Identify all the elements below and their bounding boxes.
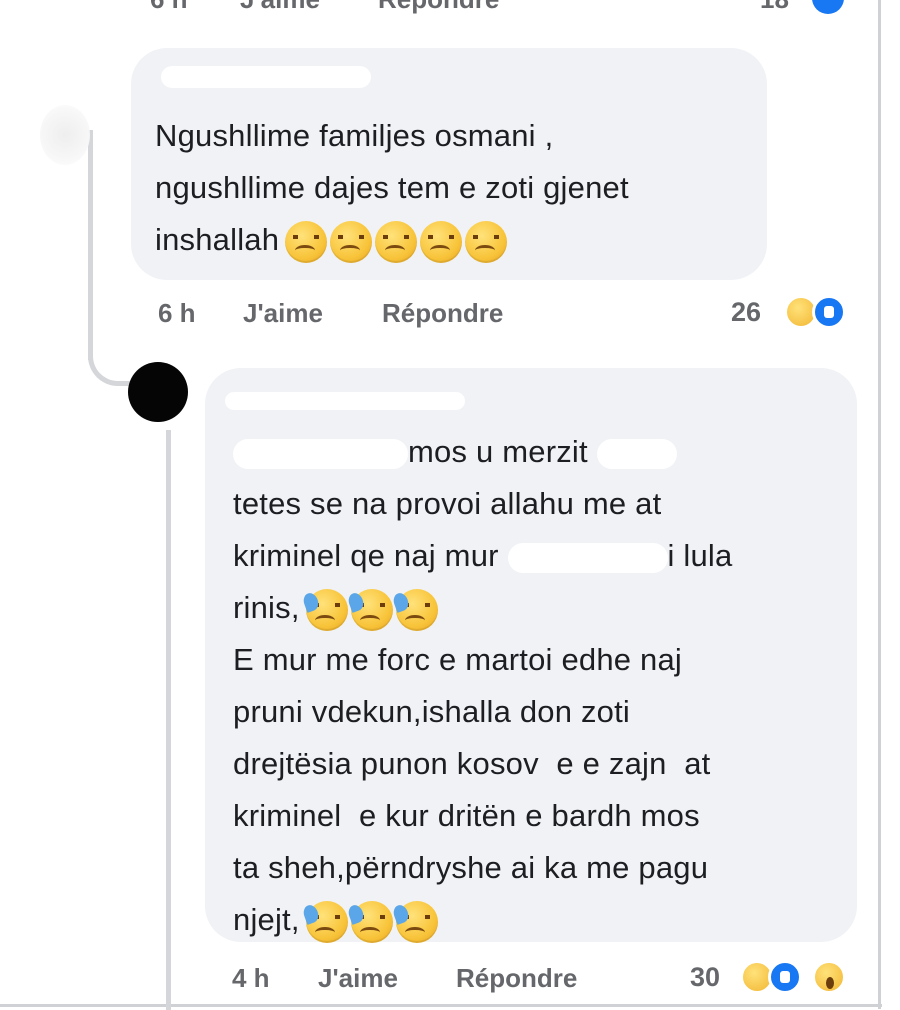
downcast-sweat-face-icon: [391, 588, 438, 631]
comment-time[interactable]: 4 h: [232, 963, 270, 994]
reaction-count[interactable]: 30: [690, 962, 720, 993]
redacted-text: [507, 542, 668, 573]
redacted-author-name[interactable]: [225, 392, 465, 410]
comment-line: rinis,: [233, 590, 300, 625]
downcast-sweat-face-icon: [391, 900, 438, 943]
redacted-text: [596, 438, 677, 469]
thread-connector: [88, 130, 93, 360]
frame-border-bottom: [0, 1004, 882, 1007]
redacted-text: [233, 438, 408, 469]
like-link[interactable]: J'aime: [243, 298, 323, 329]
like-link[interactable]: J'aime: [318, 963, 398, 994]
comment-line: ta sheh,përndryshe ai ka me pagu: [233, 850, 709, 885]
comment-line: i lula: [667, 538, 733, 573]
comment-line: Ngushllime familjes osmani ,: [155, 118, 554, 153]
comment-line: kriminel e kur dritën e bardh mos: [233, 798, 700, 833]
avatar[interactable]: [40, 105, 90, 165]
reply-body: mos u merzit tetes se na provoi allahu m…: [233, 426, 732, 946]
downcast-sweat-face-icon: [301, 588, 348, 631]
previous-comment-actions: 6 h J'aime Répondre 18: [0, 0, 878, 14]
crying-face-icon: [330, 220, 373, 263]
crying-face-icon: [285, 220, 328, 263]
previous-comment-time: 6 h: [150, 0, 188, 14]
wow-reaction-icon: [812, 960, 846, 994]
downcast-sweat-face-icon: [301, 900, 348, 943]
crying-face-icon: [420, 220, 463, 263]
comment-line: mos u merzit: [408, 434, 588, 469]
previous-reply-link[interactable]: Répondre: [378, 0, 499, 14]
downcast-sweat-face-icon: [346, 588, 393, 631]
reply-thread-connector: [166, 430, 171, 1010]
redacted-author-name[interactable]: [161, 66, 371, 88]
crying-face-icon: [465, 220, 508, 263]
frame-border-right: [878, 0, 881, 1009]
emoji-group: [301, 900, 438, 943]
like-reaction-icon: [768, 960, 802, 994]
reply-link[interactable]: Répondre: [382, 298, 503, 329]
comment-line: pruni vdekun,ishalla don zoti: [233, 694, 630, 729]
downcast-sweat-face-icon: [346, 900, 393, 943]
comment-line: njejt,: [233, 902, 300, 937]
comment-time[interactable]: 6 h: [158, 298, 196, 329]
comment-body: Ngushllime familjes osmani , ngushllime …: [155, 110, 629, 266]
reply-link[interactable]: Répondre: [456, 963, 577, 994]
reaction-count[interactable]: 26: [731, 297, 761, 328]
comment-line: tetes se na provoi allahu me at: [233, 486, 662, 521]
comment-bubble: Ngushllime familjes osmani , ngushllime …: [131, 48, 767, 280]
comment-line: drejtësia punon kosov e e zajn at: [233, 746, 711, 781]
comment-line: E mur me forc e martoi edhe naj: [233, 642, 682, 677]
crying-face-icon: [375, 220, 418, 263]
previous-reaction-count[interactable]: 18: [760, 0, 789, 14]
emoji-group: [301, 588, 438, 631]
avatar[interactable]: [128, 362, 188, 422]
comment-line: ngushllime dajes tem e zoti gjenet: [155, 170, 629, 205]
comment-line: kriminel qe naj mur: [233, 538, 499, 573]
like-reaction-icon: [812, 295, 846, 329]
reply-bubble: mos u merzit tetes se na provoi allahu m…: [205, 368, 857, 943]
like-reaction-icon: [812, 0, 844, 14]
emoji-group: [285, 220, 508, 263]
previous-like-link[interactable]: J'aime: [240, 0, 320, 14]
comment-line: inshallah: [155, 222, 280, 257]
